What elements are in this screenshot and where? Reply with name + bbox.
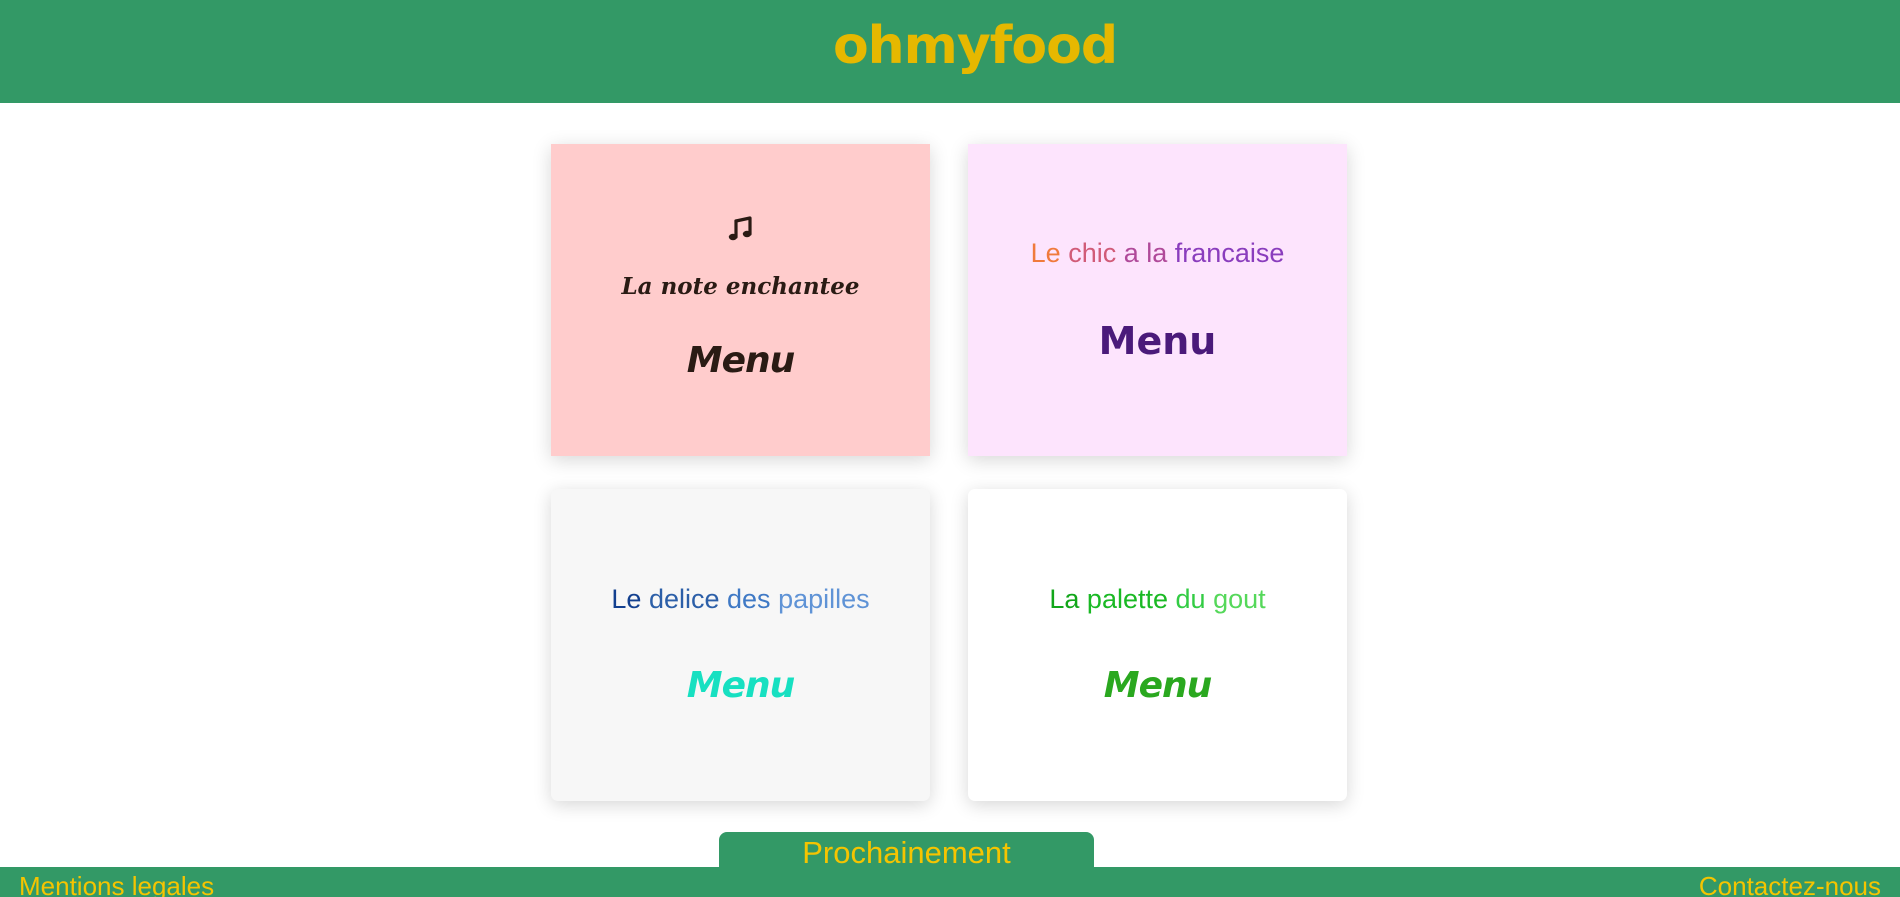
name-part: Le — [611, 584, 642, 614]
legal-mentions-link[interactable]: Mentions legales — [19, 870, 214, 897]
menu-link[interactable]: Menu — [1104, 665, 1212, 706]
name-part: a la — [1123, 237, 1168, 268]
menu-link[interactable]: Menu — [687, 340, 795, 381]
restaurant-card-chic-francaise[interactable]: Le chic a la francaise Menu — [968, 144, 1347, 456]
name-part: delice — [648, 584, 720, 614]
upcoming-tab[interactable]: Prochainement — [719, 832, 1094, 870]
name-part: gout — [1213, 584, 1266, 614]
menu-link[interactable]: Menu — [1099, 319, 1217, 363]
restaurant-name: Le delice des papilles — [611, 584, 869, 615]
site-footer: Mentions legales Contactez-nous — [0, 867, 1900, 897]
name-part: La — [1049, 584, 1080, 614]
brand-logo[interactable]: ohmyfood — [833, 16, 1118, 76]
name-part: chic — [1068, 237, 1117, 268]
restaurant-name: La palette du gout — [1049, 584, 1265, 615]
restaurant-name: Le chic a la francaise — [1031, 238, 1285, 269]
restaurant-card-palette-gout[interactable]: La palette du gout Menu — [968, 489, 1347, 801]
contact-link[interactable]: Contactez-nous — [1699, 870, 1881, 897]
app: ohmyfood La note enchantee Menu Le chic … — [0, 0, 1900, 897]
name-part: papilles — [778, 584, 870, 614]
name-part: francaise — [1174, 237, 1285, 268]
name-part: palette — [1086, 584, 1168, 614]
music-note-icon — [728, 216, 752, 241]
name-part: du — [1175, 584, 1206, 614]
restaurant-name: La note enchantee — [621, 273, 860, 300]
restaurant-card-delice-papilles[interactable]: Le delice des papilles Menu — [551, 489, 930, 801]
name-part: des — [727, 584, 771, 614]
menu-link[interactable]: Menu — [687, 665, 795, 706]
restaurant-card-note-enchantee[interactable]: La note enchantee Menu — [551, 144, 930, 456]
site-header: ohmyfood — [0, 0, 1900, 103]
name-part: Le — [1030, 237, 1061, 268]
